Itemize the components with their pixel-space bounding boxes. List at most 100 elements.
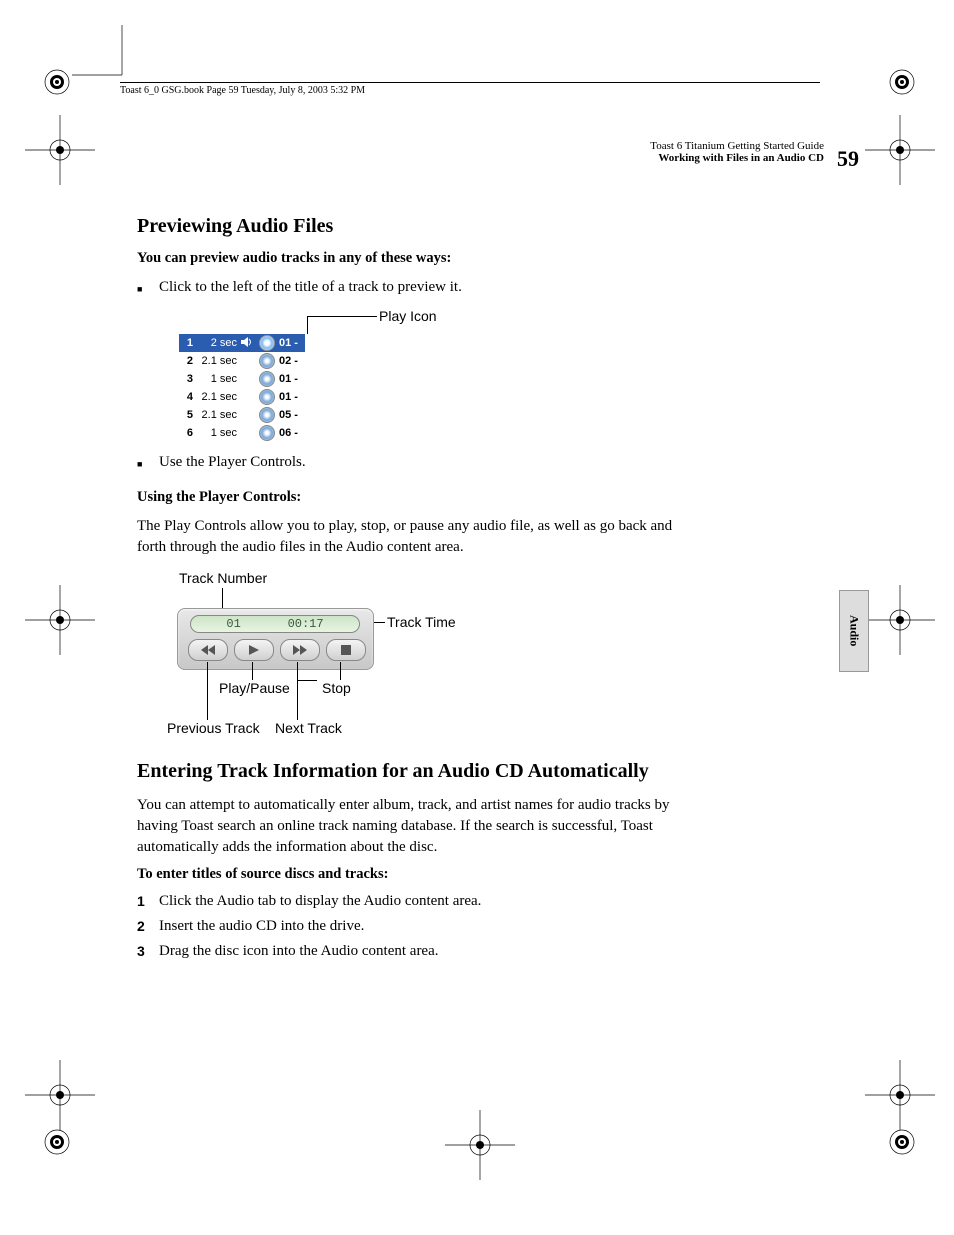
track-duration: 2.1 sec [197,391,237,403]
paragraph: You can attempt to automatically enter a… [137,795,697,858]
spacer [241,427,255,439]
track-duration: 2.1 sec [197,355,237,367]
track-title: 01 - [279,391,305,403]
previous-track-button[interactable] [188,639,228,661]
step-text: Insert the audio CD into the drive. [159,918,697,935]
lcd-track-number: 01 [226,617,240,631]
callout-label-stop: Stop [322,680,351,696]
heading-entering-track-info: Entering Track Information for an Audio … [137,760,697,783]
callout-label-track-number: Track Number [179,570,267,586]
step-text: Click the Audio tab to display the Audio… [159,893,697,910]
player-lcd: 01 00:17 [190,615,360,633]
bullet-item: ■ Use the Player Controls. [137,452,697,473]
callout-line [207,662,208,720]
track-index: 3 [179,373,193,385]
track-list: 1 2 sec 01 - 2 2.1 sec 02 - 3 1 sec 01 - 4 2.1 sec… [179,334,305,442]
guide-title: Toast 6 Titanium Getting Started Guide [650,140,824,152]
track-index: 1 [179,337,193,349]
track-row[interactable]: 6 1 sec 06 - [179,424,305,442]
section-title: Working with Files in an Audio CD [650,152,824,164]
page-header-footer: Toast 6_0 GSG.book Page 59 Tuesday, July… [120,82,820,96]
disc-icon [259,407,275,423]
track-row[interactable]: 5 2.1 sec 05 - [179,406,305,424]
callout-line [340,662,341,680]
bullet-text: Click to the left of the title of a trac… [159,277,697,298]
header-text: Toast 6_0 GSG.book Page 59 Tuesday, July… [120,85,365,96]
callout-label-track-time: Track Time [387,614,456,630]
bullet-icon: ■ [137,277,159,298]
crop-mark-icon [865,1060,935,1135]
crop-mark-icon [25,585,95,660]
track-duration: 1 sec [197,427,237,439]
track-row[interactable]: 2 2.1 sec 02 - [179,352,305,370]
play-pause-button[interactable] [234,639,274,661]
callout-line [252,662,253,680]
crop-mark-icon [865,115,935,190]
stop-button[interactable] [326,639,366,661]
next-track-button[interactable] [280,639,320,661]
spacer [241,355,255,367]
step-text: Drag the disc icon into the Audio conten… [159,943,697,960]
page-number: 59 [837,146,859,172]
callout-line [307,316,308,334]
bullet-icon: ■ [137,452,159,473]
callout-line [297,662,298,720]
track-title: 05 - [279,409,305,421]
callout-line [297,680,317,681]
disc-icon [259,371,275,387]
callout-label-next-track: Next Track [275,720,342,736]
crop-mark-icon [25,1060,95,1135]
bullet-text: Use the Player Controls. [159,452,697,473]
track-index: 4 [179,391,193,403]
step-number: 1 [137,893,159,910]
list-item: 3Drag the disc icon into the Audio conte… [137,943,697,960]
track-index: 5 [179,409,193,421]
disc-icon [259,353,275,369]
track-duration: 2 sec [197,337,237,349]
lead-preview-ways: You can preview audio tracks in any of t… [137,250,697,267]
registration-mark-icon [40,65,74,99]
disc-icon [259,389,275,405]
track-title: 06 - [279,427,305,439]
track-row[interactable]: 1 2 sec 01 - [179,334,305,352]
step-number: 2 [137,918,159,935]
callout-label-play-icon: Play Icon [379,308,437,324]
side-tab-audio: Audio [839,590,869,672]
track-title: 01 - [279,373,305,385]
lcd-track-time: 00:17 [288,617,324,631]
disc-icon [259,335,275,351]
paragraph: The Play Controls allow you to play, sto… [137,516,697,558]
side-tab-label: Audio [847,615,862,646]
track-index: 6 [179,427,193,439]
page-content: Previewing Audio Files You can preview a… [137,215,697,968]
list-item: 2Insert the audio CD into the drive. [137,918,697,935]
figure-player-controls: Track Number Track Time 01 00:17 Play/Pa… [157,570,697,750]
registration-mark-icon [885,65,919,99]
figure-track-list: Play Icon 1 2 sec 01 - 2 2.1 sec 02 - 3 1 sec 01… [179,308,697,448]
step-number: 3 [137,943,159,960]
running-head: Toast 6 Titanium Getting Started Guide W… [650,140,824,164]
list-item: 1Click the Audio tab to display the Audi… [137,893,697,910]
callout-label-previous-track: Previous Track [167,720,260,736]
track-duration: 1 sec [197,373,237,385]
crop-mark-icon [865,585,935,660]
numbered-list: 1Click the Audio tab to display the Audi… [137,893,697,960]
track-duration: 2.1 sec [197,409,237,421]
player-control-panel: 01 00:17 [177,608,374,670]
track-row[interactable]: 3 1 sec 01 - [179,370,305,388]
bullet-item: ■ Click to the left of the title of a tr… [137,277,697,298]
lead-enter-titles: To enter titles of source discs and trac… [137,866,697,883]
track-index: 2 [179,355,193,367]
callout-label-play-pause: Play/Pause [219,680,290,696]
track-row[interactable]: 4 2.1 sec 01 - [179,388,305,406]
speaker-icon [241,337,255,349]
callout-line [307,316,377,317]
spacer [241,391,255,403]
crop-mark-icon [445,1110,515,1185]
crop-mark-icon [25,115,95,190]
track-title: 02 - [279,355,305,367]
lead-using-player-controls: Using the Player Controls: [137,489,697,506]
track-title: 01 - [279,337,305,349]
heading-previewing: Previewing Audio Files [137,215,697,238]
spacer [241,409,255,421]
